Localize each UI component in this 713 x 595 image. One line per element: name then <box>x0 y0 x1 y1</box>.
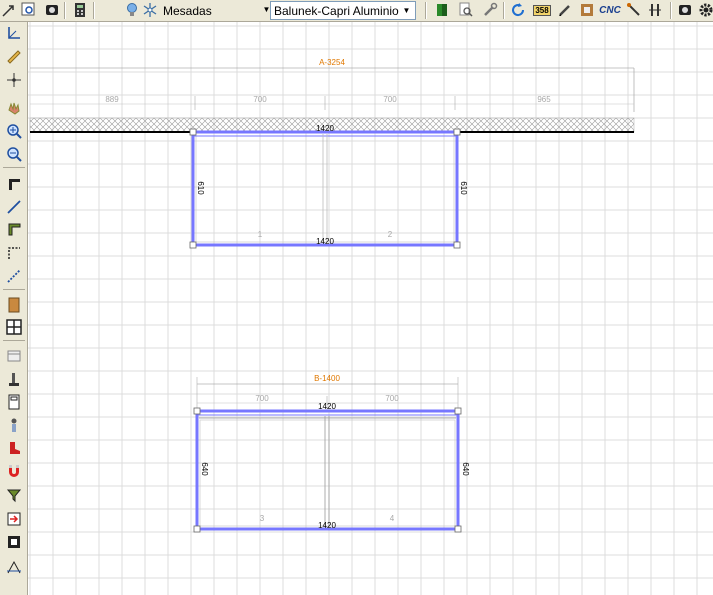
material-label: Balunek-Capri Aluminio <box>274 3 399 18</box>
countertop-a-top-length: 1420 <box>316 124 334 133</box>
segment-b-1: 700 <box>255 394 269 403</box>
magnet-icon[interactable] <box>5 462 23 480</box>
door-icon[interactable] <box>5 393 23 411</box>
canvas-grid <box>28 22 713 595</box>
square-frame-icon[interactable] <box>5 533 23 551</box>
crosshair-icon[interactable] <box>5 71 23 89</box>
drawing-canvas[interactable]: A-3254 889 700 700 965 1420 1 4 20 610 610… <box>28 22 713 595</box>
countertop-b-right-depth: 640 <box>461 462 470 476</box>
mesadas-dropdown[interactable]: Mesadas ▼ <box>160 1 275 20</box>
ruler-icon[interactable] <box>5 48 23 66</box>
dimension-tool-icon[interactable] <box>5 558 23 576</box>
group-a-title: A-3254 <box>319 58 345 67</box>
countertop-a-bottom-length: 1420 <box>316 237 334 246</box>
piece-label-4: 4 <box>390 514 395 523</box>
pencil-icon[interactable] <box>556 1 574 19</box>
measure-tape-icon[interactable] <box>43 1 61 19</box>
segment-a-2: 700 <box>253 95 267 104</box>
cabinet-top-icon[interactable] <box>5 347 23 365</box>
countertop-a-right-depth: 610 <box>459 181 468 195</box>
boot-icon[interactable] <box>5 439 23 457</box>
dotted-line-icon[interactable] <box>5 267 23 285</box>
corner-shape-icon[interactable] <box>5 175 23 193</box>
zoom-out-icon[interactable] <box>5 145 23 163</box>
left-toolbar <box>0 22 28 595</box>
piece-label-2: 2 <box>388 230 393 239</box>
dotted-corner-icon[interactable] <box>5 244 23 262</box>
countertop-b-bottom-length: 1420 <box>318 521 336 530</box>
l-shape-icon[interactable] <box>5 220 23 238</box>
segment-a-1: 889 <box>105 95 119 104</box>
cnc-button[interactable]: CNC <box>599 1 621 19</box>
tape-measure-icon[interactable] <box>676 1 694 19</box>
magnifier-page-icon[interactable] <box>457 1 475 19</box>
funnel-icon[interactable] <box>5 486 23 504</box>
main-toolbar: Mesadas ▼ Balunek-Capri Aluminio ▼ 358 C… <box>0 0 713 22</box>
segment-a-3: 700 <box>383 95 397 104</box>
snowflake-icon[interactable] <box>141 1 159 19</box>
chevron-down-icon: ▼ <box>402 6 411 15</box>
countertop-b-left-depth: 640 <box>200 462 209 476</box>
segment-a-4: 965 <box>537 95 551 104</box>
gear-icon[interactable] <box>697 1 713 19</box>
material-dropdown[interactable]: Balunek-Capri Aluminio ▼ <box>270 1 416 20</box>
book-icon[interactable] <box>433 1 451 19</box>
badge-label: 358 <box>533 4 551 16</box>
faucet-icon[interactable] <box>5 370 23 388</box>
split-icon[interactable] <box>646 1 664 19</box>
axis-icon[interactable] <box>5 24 23 42</box>
piece-label-1: 1 <box>258 230 263 239</box>
zoom-window-icon[interactable] <box>20 1 38 19</box>
hand-pan-icon[interactable] <box>5 99 23 117</box>
panel-icon[interactable] <box>5 296 23 314</box>
line-tool-icon[interactable] <box>5 198 23 216</box>
corner-handles-a[interactable] <box>189 128 461 249</box>
insert-icon[interactable] <box>5 510 23 528</box>
piece-label-3: 3 <box>260 514 265 523</box>
figure-icon[interactable] <box>5 416 23 434</box>
calculator-icon[interactable] <box>71 1 89 19</box>
frame-icon[interactable] <box>578 1 596 19</box>
select-arrow-icon[interactable] <box>0 1 18 19</box>
zoom-in-icon[interactable] <box>5 122 23 140</box>
countertop-a-left-depth: 610 <box>196 181 205 195</box>
tools-icon[interactable] <box>481 1 499 19</box>
lightbulb-icon[interactable] <box>123 1 141 19</box>
saw-icon[interactable] <box>625 1 643 19</box>
group-a: A-3254 889 700 700 965 1420 1420 610 610… <box>29 58 635 249</box>
cnc-label: CNC <box>599 4 621 16</box>
countertop-b-top-length: 1420 <box>318 402 336 411</box>
group-b: B-1400 700 700 1420 1420 640 640 3 4 <box>193 374 470 533</box>
countertop-a-outline[interactable] <box>191 130 459 247</box>
refresh-icon[interactable] <box>509 1 527 19</box>
grid-icon[interactable] <box>5 318 23 336</box>
group-b-title: B-1400 <box>314 374 340 383</box>
segment-b-2: 700 <box>385 394 399 403</box>
mesadas-label: Mesadas <box>163 3 212 18</box>
badge-358-icon[interactable]: 358 <box>532 1 552 19</box>
countertop-b-outline[interactable] <box>195 409 460 531</box>
